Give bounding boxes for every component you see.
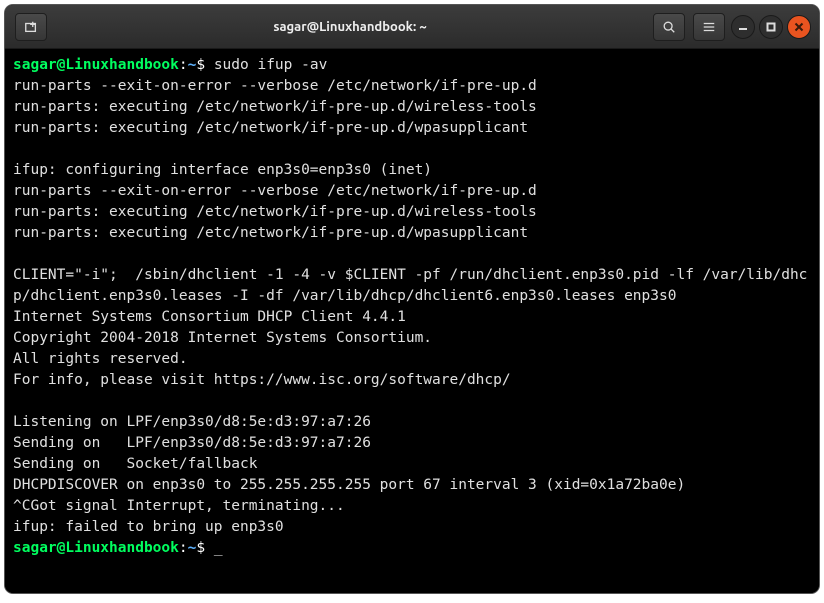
- titlebar: sagar@Linuxhandbook: ~: [5, 5, 819, 49]
- output-line: For info, please visit https://www.isc.o…: [13, 370, 811, 391]
- output-line: run-parts: executing /etc/network/if-pre…: [13, 223, 811, 244]
- output-line: Copyright 2004-2018 Internet Systems Con…: [13, 328, 811, 349]
- prompt-dollar: $: [196, 540, 213, 556]
- output-line: run-parts --exit-on-error --verbose /etc…: [13, 181, 811, 202]
- minimize-icon: [738, 22, 748, 32]
- command-text: sudo ifup -av: [214, 57, 328, 73]
- output-line: run-parts: executing /etc/network/if-pre…: [13, 202, 811, 223]
- close-icon: [794, 22, 804, 32]
- output-line: ifup: failed to bring up enp3s0: [13, 517, 811, 538]
- terminal-area[interactable]: sagar@Linuxhandbook:~$ sudo ifup -avrun-…: [5, 49, 819, 593]
- output-line: [13, 244, 811, 265]
- new-tab-button[interactable]: [15, 13, 47, 41]
- output-line: [13, 391, 811, 412]
- prompt-user-host: sagar@Linuxhandbook: [13, 540, 179, 556]
- window-title: sagar@Linuxhandbook: ~: [49, 20, 651, 34]
- output-line: ifup: configuring interface enp3s0=enp3s…: [13, 160, 811, 181]
- cursor: _: [214, 540, 223, 556]
- terminal-window: sagar@Linuxhandbook: ~ sagar@Linuxhandbo…: [5, 5, 819, 593]
- maximize-button[interactable]: [759, 15, 783, 39]
- output-line: ^CGot signal Interrupt, terminating...: [13, 496, 811, 517]
- new-tab-icon: [24, 20, 38, 34]
- output-line: run-parts --exit-on-error --verbose /etc…: [13, 76, 811, 97]
- prompt-colon: :: [179, 57, 188, 73]
- maximize-icon: [766, 22, 776, 32]
- output-line: run-parts: executing /etc/network/if-pre…: [13, 97, 811, 118]
- output-line: Sending on LPF/enp3s0/d8:5e:d3:97:a7:26: [13, 433, 811, 454]
- output-line: CLIENT="-i"; /sbin/dhclient -1 -4 -v $CL…: [13, 265, 811, 307]
- titlebar-controls: [651, 13, 811, 41]
- search-button[interactable]: [653, 13, 685, 41]
- output-line: Internet Systems Consortium DHCP Client …: [13, 307, 811, 328]
- prompt-dollar: $: [196, 57, 213, 73]
- minimize-button[interactable]: [731, 15, 755, 39]
- menu-button[interactable]: [693, 13, 725, 41]
- output-line: Sending on Socket/fallback: [13, 454, 811, 475]
- output-line: All rights reserved.: [13, 349, 811, 370]
- hamburger-icon: [702, 20, 716, 34]
- close-button[interactable]: [787, 15, 811, 39]
- search-icon: [662, 20, 676, 34]
- prompt-colon: :: [179, 540, 188, 556]
- prompt-user-host: sagar@Linuxhandbook: [13, 57, 179, 73]
- output-line: run-parts: executing /etc/network/if-pre…: [13, 118, 811, 139]
- output-line: Listening on LPF/enp3s0/d8:5e:d3:97:a7:2…: [13, 412, 811, 433]
- output-line: [13, 139, 811, 160]
- output-line: DHCPDISCOVER on enp3s0 to 255.255.255.25…: [13, 475, 811, 496]
